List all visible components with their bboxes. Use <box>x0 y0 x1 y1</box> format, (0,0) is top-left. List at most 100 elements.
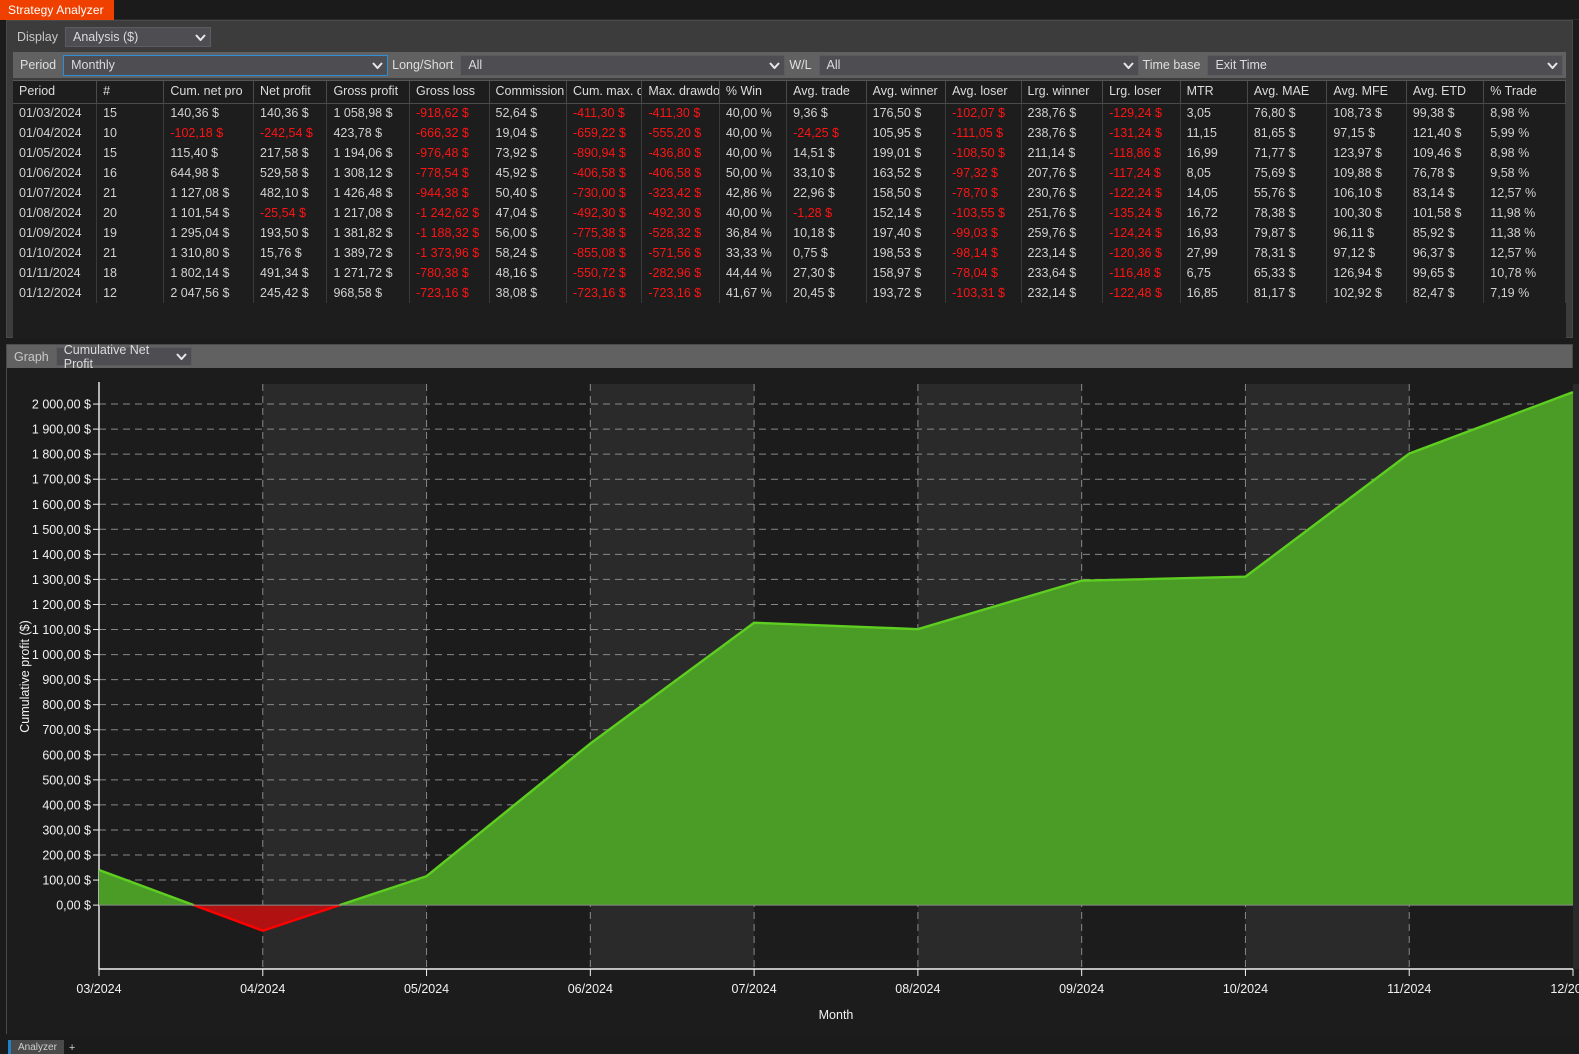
table-cell: -103,55 $ <box>945 203 1022 223</box>
y-axis-tick-label: 200,00 $ <box>42 849 91 863</box>
column-header-13[interactable]: Lrg. winner <box>1021 81 1104 104</box>
table-row[interactable]: 01/12/2024 12 2 047,56 $245,42 $968,58 $ -7… <box>13 283 1566 303</box>
table-cell: 8,98 % <box>1483 103 1566 123</box>
timebase-select-value: Exit Time <box>1215 58 1267 72</box>
timebase-select[interactable]: Exit Time <box>1207 54 1563 76</box>
cumulative-net-profit-chart[interactable]: 2 000,00 $ 1 900,00 $ 1 800,00 $ 1 700,00 $… <box>7 368 1579 1034</box>
column-header-16[interactable]: Avg. MAE <box>1247 81 1328 104</box>
table-row[interactable]: 01/04/2024 10 -102,18 $ -242,54 $423,78 $ -6… <box>13 123 1566 143</box>
statistics-grid: Period # Cum. net pro Net profit Gross profi… <box>13 81 1566 303</box>
column-header-10[interactable]: Avg. trade <box>786 81 867 104</box>
table-cell: 1 127,08 $ <box>163 183 255 203</box>
column-header-2[interactable]: Cum. net pro <box>163 81 255 104</box>
graph-label: Graph <box>14 349 49 364</box>
x-axis-tick-label: 04/2024 <box>240 982 285 996</box>
column-header-15[interactable]: MTR <box>1180 81 1248 104</box>
table-cell: 198,53 $ <box>866 243 947 263</box>
column-header-18[interactable]: Avg. ETD <box>1406 81 1485 104</box>
table-cell: 230,76 $ <box>1021 183 1104 203</box>
table-cell: 163,52 $ <box>866 163 947 183</box>
table-cell: -406,58 $ <box>641 163 720 183</box>
window-title: Strategy Analyzer <box>8 3 104 17</box>
table-cell: -120,36 $ <box>1102 243 1181 263</box>
table-cell: 01/03/2024 <box>13 103 98 123</box>
chevron-down-icon <box>189 33 206 41</box>
table-cell: 76,78 $ <box>1406 163 1485 183</box>
table-cell: 19,04 $ <box>489 123 567 143</box>
column-header-0[interactable]: Period <box>13 81 98 104</box>
table-row[interactable]: 01/11/2024 18 1 802,14 $491,34 $1 271,72 $… <box>13 263 1566 283</box>
table-cell: 27,30 $ <box>786 263 867 283</box>
analysis-panel: Display Analysis ($) Period Monthly Long… <box>6 20 1573 339</box>
table-cell: -723,16 $ <box>566 283 643 303</box>
graph-type-value: Cumulative Net Profit <box>63 342 150 371</box>
y-axis-tick-label: 1 300,00 $ <box>32 573 91 587</box>
table-row[interactable]: 01/07/2024 21 1 127,08 $482,10 $1 426,48 $… <box>13 183 1566 203</box>
table-cell: 85,92 $ <box>1406 223 1485 243</box>
column-header-7[interactable]: Cum. max. d <box>566 81 643 104</box>
table-cell: -323,42 $ <box>641 183 720 203</box>
table-cell: -1,28 $ <box>786 203 867 223</box>
table-cell: 65,33 $ <box>1247 263 1328 283</box>
table-row[interactable]: 01/03/2024 15 140,36 $140,36 $1 058,98 $ -9… <box>13 103 1566 123</box>
x-axis-tick-label: 07/2024 <box>732 982 777 996</box>
column-header-12[interactable]: Avg. loser <box>945 81 1022 104</box>
longshort-select[interactable]: All <box>460 54 786 76</box>
table-cell: 41,67 % <box>719 283 788 303</box>
chevron-down-icon <box>1117 61 1134 69</box>
wl-label: W/L <box>789 58 812 72</box>
table-cell: 83,14 $ <box>1406 183 1485 203</box>
window-title-tab[interactable]: Strategy Analyzer <box>0 0 114 20</box>
table-cell: -117,24 $ <box>1102 163 1181 183</box>
table-row[interactable]: 01/06/2024 16 644,98 $529,58 $1 308,12 $ -7… <box>13 163 1566 183</box>
statistics-table[interactable]: Period # Cum. net pro Net profit Gross profi… <box>13 80 1566 339</box>
column-header-9[interactable]: % Win <box>719 81 788 104</box>
table-cell: 233,64 $ <box>1021 263 1104 283</box>
y-axis-tick-label: 1 600,00 $ <box>32 498 91 512</box>
display-label: Display <box>17 30 58 44</box>
column-header-17[interactable]: Avg. MFE <box>1326 81 1407 104</box>
table-row[interactable]: 01/10/2024 21 1 310,80 $15,76 $1 389,72 $ -… <box>13 243 1566 263</box>
table-cell: -25,54 $ <box>253 203 328 223</box>
graph-type-select[interactable]: Cumulative Net Profit <box>55 343 192 371</box>
column-header-19[interactable]: % Trade <box>1483 81 1566 104</box>
table-cell: 105,95 $ <box>866 123 947 143</box>
chevron-down-icon <box>763 61 781 69</box>
table-cell: -131,24 $ <box>1102 123 1181 143</box>
table-cell: -944,38 $ <box>409 183 490 203</box>
column-header-4[interactable]: Gross profit <box>326 81 410 104</box>
column-header-6[interactable]: Commission <box>489 81 567 104</box>
wl-select[interactable]: All <box>818 54 1139 76</box>
table-cell: -1 373,96 $ <box>409 243 490 263</box>
display-select[interactable]: Analysis ($) <box>65 27 211 47</box>
table-row[interactable]: 01/08/2024 20 1 101,54 $ -25,54 $1 217,08 $… <box>13 203 1566 223</box>
table-cell: 99,65 $ <box>1406 263 1485 283</box>
column-header-5[interactable]: Gross loss <box>409 81 490 104</box>
column-header-8[interactable]: Max. drawdo <box>641 81 720 104</box>
table-cell: 1 101,54 $ <box>163 203 255 223</box>
bottom-tab-analyzer[interactable]: Analyzer <box>8 1040 64 1054</box>
y-axis-tick-label: 800,00 $ <box>42 698 91 712</box>
table-cell: 1 271,72 $ <box>326 263 410 283</box>
table-cell: 158,50 $ <box>866 183 947 203</box>
table-cell: 9,36 $ <box>786 103 867 123</box>
x-axis-tick-label: 12/2024 <box>1550 982 1579 996</box>
y-axis-tick-label: 1 000,00 $ <box>32 648 91 662</box>
column-header-3[interactable]: Net profit <box>253 81 328 104</box>
column-header-1[interactable]: # <box>96 81 165 104</box>
table-row[interactable]: 01/09/2024 19 1 295,04 $193,50 $1 381,82 $… <box>13 223 1566 243</box>
column-header-14[interactable]: Lrg. loser <box>1102 81 1181 104</box>
table-cell: 79,87 $ <box>1247 223 1328 243</box>
table-cell: 75,69 $ <box>1247 163 1328 183</box>
y-axis-tick-label: 1 100,00 $ <box>32 623 91 637</box>
table-cell: 176,50 $ <box>866 103 947 123</box>
table-cell: -492,30 $ <box>641 203 720 223</box>
add-tab-button[interactable]: + <box>64 1042 80 1054</box>
longshort-select-value: All <box>468 58 483 72</box>
table-cell: 11,98 % <box>1483 203 1566 223</box>
titlebar-filler <box>113 0 1579 20</box>
period-select[interactable]: Monthly <box>63 54 389 76</box>
table-row[interactable]: 01/05/2024 15 115,40 $217,58 $1 194,06 $ -9… <box>13 143 1566 163</box>
table-cell: 193,50 $ <box>253 223 328 243</box>
column-header-11[interactable]: Avg. winner <box>866 81 947 104</box>
